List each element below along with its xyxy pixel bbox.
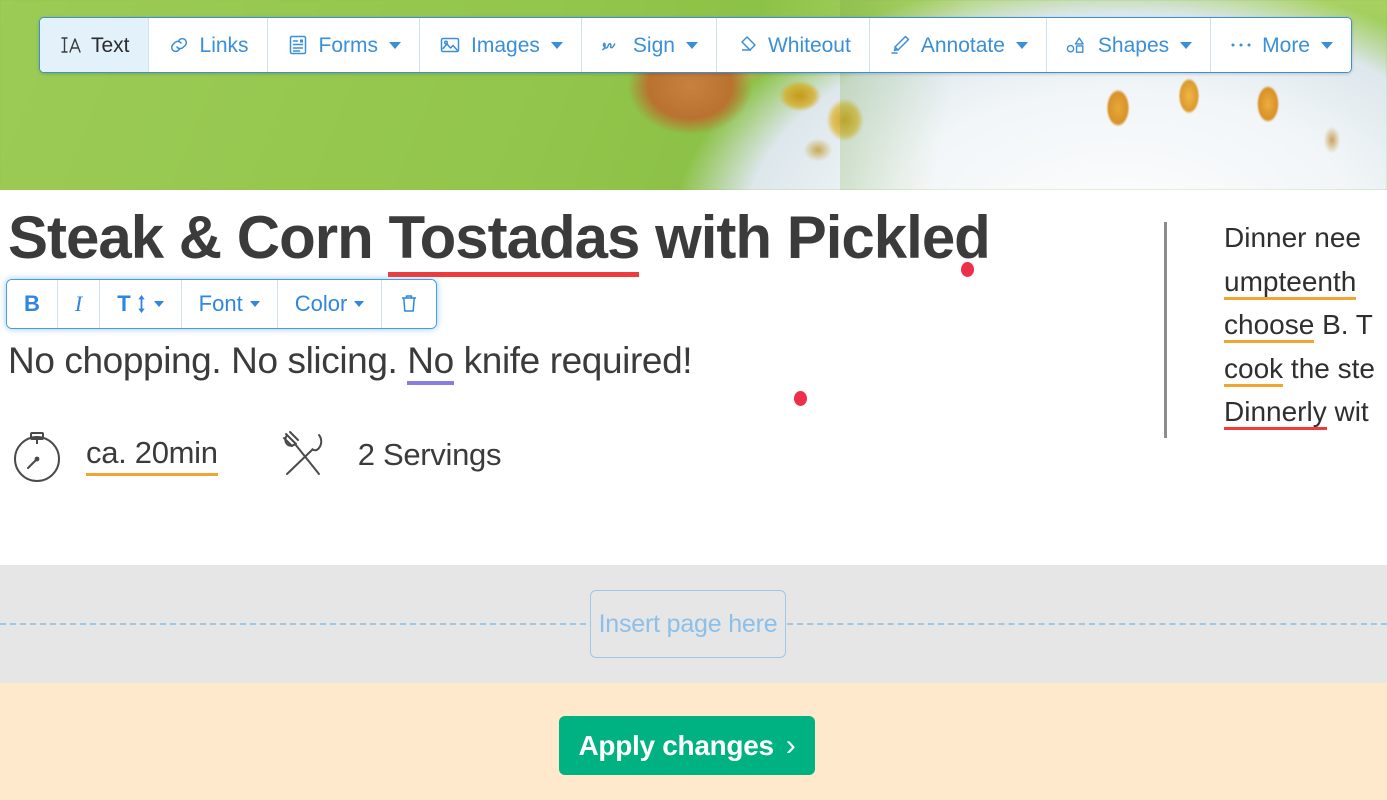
title-misspelled-word: Tostadas	[388, 204, 640, 277]
toolbar-label-sign: Sign	[632, 33, 675, 57]
editor-toolbar: Text Links Forms Images Sign Whiteout An…	[39, 17, 1352, 73]
fork-knife-icon	[274, 426, 332, 484]
title-text-after: with Pickled	[639, 204, 991, 271]
delete-button[interactable]	[382, 280, 437, 328]
toolbar-label-images: Images	[471, 33, 540, 57]
insert-page-band: Insert page here	[0, 565, 1387, 683]
page-root: Text Links Forms Images Sign Whiteout An…	[0, 0, 1387, 800]
meta-cook-time: ca. 20min	[10, 426, 218, 484]
title-text-before: Steak & Corn	[8, 204, 389, 271]
toolbar-label-forms: Forms	[318, 33, 379, 57]
recipe-title[interactable]: Steak & Corn Tostadas with Pickled	[8, 204, 991, 277]
recipe-description-column[interactable]: Dinner nee umpteenth choose B. T cook th…	[1224, 216, 1387, 434]
toolbar-label-links: Links	[199, 33, 249, 57]
description-flagged-word: choose	[1224, 309, 1315, 343]
toolbar-label-annotate: Annotate	[920, 33, 1005, 57]
insert-divider-line-right	[787, 623, 1387, 625]
apply-changes-button[interactable]: Apply changes ›	[559, 716, 815, 775]
toolbar-item-links[interactable]: Links	[148, 18, 268, 72]
document-page: Steak & Corn Tostadas with Pickled No ch…	[0, 190, 1387, 565]
bold-label: B	[24, 291, 40, 316]
updown-arrow-icon	[136, 294, 147, 314]
form-clipboard-icon	[286, 33, 310, 57]
signature-icon	[600, 33, 624, 57]
description-flagged-word: umpteenth	[1224, 265, 1357, 300]
link-chain-icon	[167, 33, 191, 57]
column-divider	[1164, 222, 1167, 438]
chevron-down-icon	[550, 41, 563, 49]
cook-time-value: ca. 20min	[86, 435, 218, 476]
text-size-label: T	[117, 291, 131, 316]
chevron-down-icon	[249, 301, 260, 307]
bold-button[interactable]: B	[7, 280, 58, 328]
description-flagged-word: cook	[1224, 352, 1284, 387]
italic-button[interactable]: I	[57, 280, 101, 328]
description-text: wit	[1326, 396, 1369, 427]
description-text: Dinner nee	[1224, 222, 1361, 253]
chevron-down-icon	[685, 41, 698, 49]
chevron-down-icon	[1321, 41, 1333, 49]
toolbar-item-shapes[interactable]: Shapes	[1046, 18, 1212, 72]
subtitle-text-after: knife required!	[453, 340, 693, 381]
description-line: choose B. T	[1224, 303, 1387, 347]
toolbar-item-whiteout[interactable]: Whiteout	[716, 18, 870, 72]
toolbar-item-images[interactable]: Images	[420, 18, 582, 72]
toolbar-item-text[interactable]: Text	[40, 18, 149, 72]
color-label: Color	[294, 291, 348, 316]
chevron-down-icon	[389, 41, 402, 49]
font-label: Font	[198, 291, 243, 316]
toolbar-item-forms[interactable]: Forms	[267, 18, 421, 72]
italic-label: I	[74, 291, 83, 316]
description-line: Dinner nee	[1224, 216, 1387, 260]
description-line: Dinnerly wit	[1224, 390, 1387, 434]
description-line: cook the ste	[1224, 347, 1387, 391]
text-size-button[interactable]: T	[100, 280, 182, 328]
color-button[interactable]: Color	[277, 280, 383, 328]
chevron-right-icon: ›	[785, 728, 796, 762]
toolbar-item-sign[interactable]: Sign	[581, 18, 717, 72]
chevron-down-icon	[1180, 41, 1193, 49]
description-line: umpteenth	[1224, 260, 1387, 304]
insert-page-button[interactable]: Insert page here	[590, 590, 786, 658]
annotation-marker-dot[interactable]	[794, 391, 807, 406]
text-format-toolbar: B I T Font Color	[6, 279, 438, 329]
toolbar-label-text: Text	[91, 33, 130, 57]
font-button[interactable]: Font	[181, 280, 278, 328]
toolbar-item-more[interactable]: More	[1211, 18, 1351, 72]
description-flagged-word: Dinnerly	[1224, 396, 1327, 430]
trash-icon	[399, 292, 419, 316]
eraser-icon	[735, 33, 759, 57]
chevron-down-icon	[153, 301, 164, 307]
annotation-marker-dot[interactable]	[961, 262, 974, 277]
ellipsis-icon	[1229, 33, 1253, 57]
text-cursor-icon	[58, 33, 82, 57]
stopwatch-icon	[10, 426, 64, 484]
subtitle-text-before: No chopping. No slicing.	[8, 340, 408, 381]
chevron-down-icon	[354, 301, 365, 307]
recipe-meta-row: ca. 20min 2 Servings	[10, 426, 501, 484]
insert-page-label: Insert page here	[598, 609, 778, 638]
recipe-subtitle[interactable]: No chopping. No slicing. No knife requir…	[8, 340, 693, 385]
subtitle-flagged-word: No	[407, 340, 454, 385]
footer-bar: Apply changes ›	[0, 683, 1387, 800]
image-picture-icon	[438, 33, 462, 57]
apply-changes-label: Apply changes	[578, 729, 775, 761]
meta-servings: 2 Servings	[274, 426, 501, 484]
insert-divider-line-left	[0, 623, 586, 625]
toolbar-label-whiteout: Whiteout	[767, 33, 851, 57]
toolbar-label-shapes: Shapes	[1097, 33, 1170, 57]
chevron-down-icon	[1015, 41, 1028, 49]
shapes-icon	[1065, 33, 1089, 57]
servings-value: 2 Servings	[357, 437, 502, 472]
toolbar-item-annotate[interactable]: Annotate	[869, 18, 1047, 72]
highlighter-pen-icon	[888, 33, 912, 57]
toolbar-label-more: More	[1262, 33, 1310, 57]
description-text: the ste	[1283, 352, 1375, 384]
description-text: B. T	[1314, 309, 1373, 340]
